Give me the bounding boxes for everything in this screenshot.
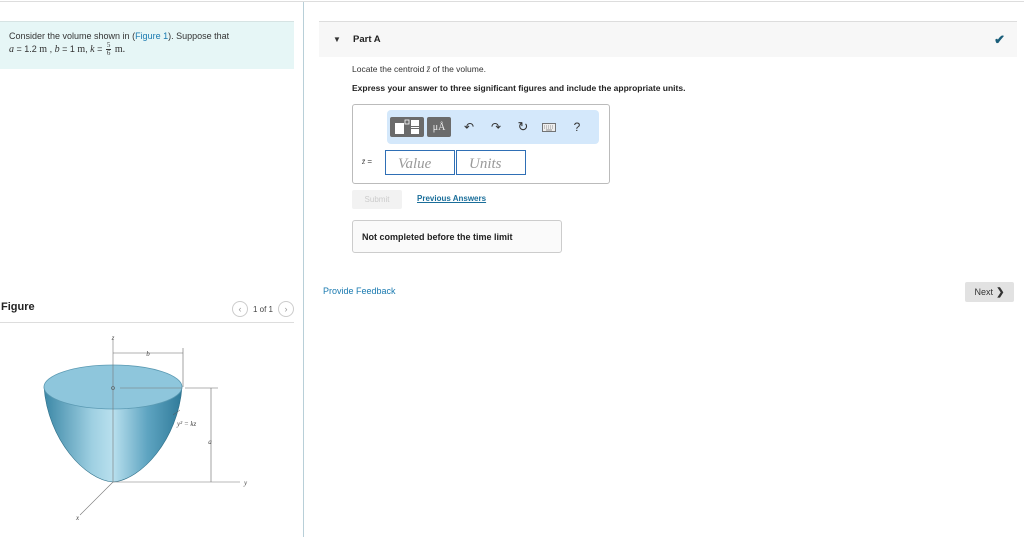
templates-icon	[395, 119, 419, 134]
caret-down-icon: ▼	[333, 35, 341, 44]
redo-icon[interactable]: ↷	[488, 117, 504, 137]
problem-intro: Consider the volume shown in (	[9, 31, 136, 41]
chevron-left-icon[interactable]: ‹	[231, 301, 248, 317]
previous-answers-link[interactable]: Previous Answers	[417, 194, 486, 203]
label-equation: y² = kz	[176, 420, 197, 428]
templates-button[interactable]	[390, 117, 424, 137]
next-label: Next	[974, 287, 994, 297]
reset-icon[interactable]: ↻	[515, 117, 531, 137]
left-column: Consider the volume shown in (Figure 1).…	[0, 0, 303, 537]
figure-title: Figure	[1, 301, 35, 313]
provide-feedback-link[interactable]: Provide Feedback	[323, 286, 396, 296]
question-prompt: Locate the centroid z̄ of the volume.	[352, 64, 486, 74]
part-a-header[interactable]: ▼ Part A ✔	[319, 21, 1017, 57]
chevron-right-icon: ❯	[996, 286, 1005, 298]
answer-label: z̄ =	[362, 157, 372, 166]
keyboard-icon[interactable]	[541, 117, 557, 137]
unit-b: m	[77, 43, 86, 55]
submit-button[interactable]: Submit	[352, 190, 402, 209]
label-a: a	[208, 438, 212, 446]
unit-k: m.	[114, 43, 126, 55]
checkmark-icon: ✔	[994, 32, 1005, 47]
fraction-denominator: 6	[106, 49, 111, 57]
prompt-text: Locate the centroid	[352, 64, 427, 74]
figure-pager: ‹ 1 of 1 ›	[231, 301, 294, 317]
answer-box: μÅ ↶ ↷ ↻ ? z̄ =	[352, 104, 610, 184]
label-x: x	[75, 514, 80, 522]
x-axis	[79, 481, 114, 516]
status-text: Not completed before the time limit	[362, 232, 513, 242]
next-button[interactable]: Next ❯	[965, 282, 1014, 302]
problem-statement: Consider the volume shown in (Figure 1).…	[0, 21, 294, 69]
status-message: Not completed before the time limit	[352, 220, 562, 253]
problem-intro-end: ). Suppose that	[168, 31, 230, 41]
value-a: = 1.2	[14, 43, 40, 54]
value-b: = 1	[59, 43, 78, 54]
answer-instructions: Express your answer to three significant…	[352, 83, 686, 93]
figure-header: Figure ‹ 1 of 1 ›	[0, 299, 294, 323]
label-z: z	[111, 334, 115, 342]
math-toolbar: μÅ ↶ ↷ ↻ ?	[387, 110, 599, 144]
paraboloid-figure: z b y² = kz a y x	[43, 334, 248, 522]
prompt-text-end: of the volume.	[430, 64, 486, 74]
fraction-k: 56	[105, 42, 112, 57]
separator: ,	[47, 43, 55, 54]
answer-label-eq: =	[365, 157, 373, 166]
figure-link[interactable]: Figure 1	[135, 31, 168, 41]
unit-a: m	[39, 43, 48, 55]
chevron-right-icon[interactable]: ›	[278, 301, 294, 317]
label-y: y	[243, 479, 248, 487]
pager-count: 1 of 1	[252, 304, 273, 314]
help-icon[interactable]: ?	[569, 117, 585, 137]
units-button[interactable]: μÅ	[427, 117, 451, 137]
part-title: Part A	[353, 34, 381, 45]
value-input[interactable]	[385, 150, 455, 175]
label-b: b	[146, 350, 150, 358]
equals: =	[94, 43, 105, 54]
units-input[interactable]	[456, 150, 526, 175]
undo-icon[interactable]: ↶	[461, 117, 477, 137]
column-divider	[303, 2, 304, 537]
